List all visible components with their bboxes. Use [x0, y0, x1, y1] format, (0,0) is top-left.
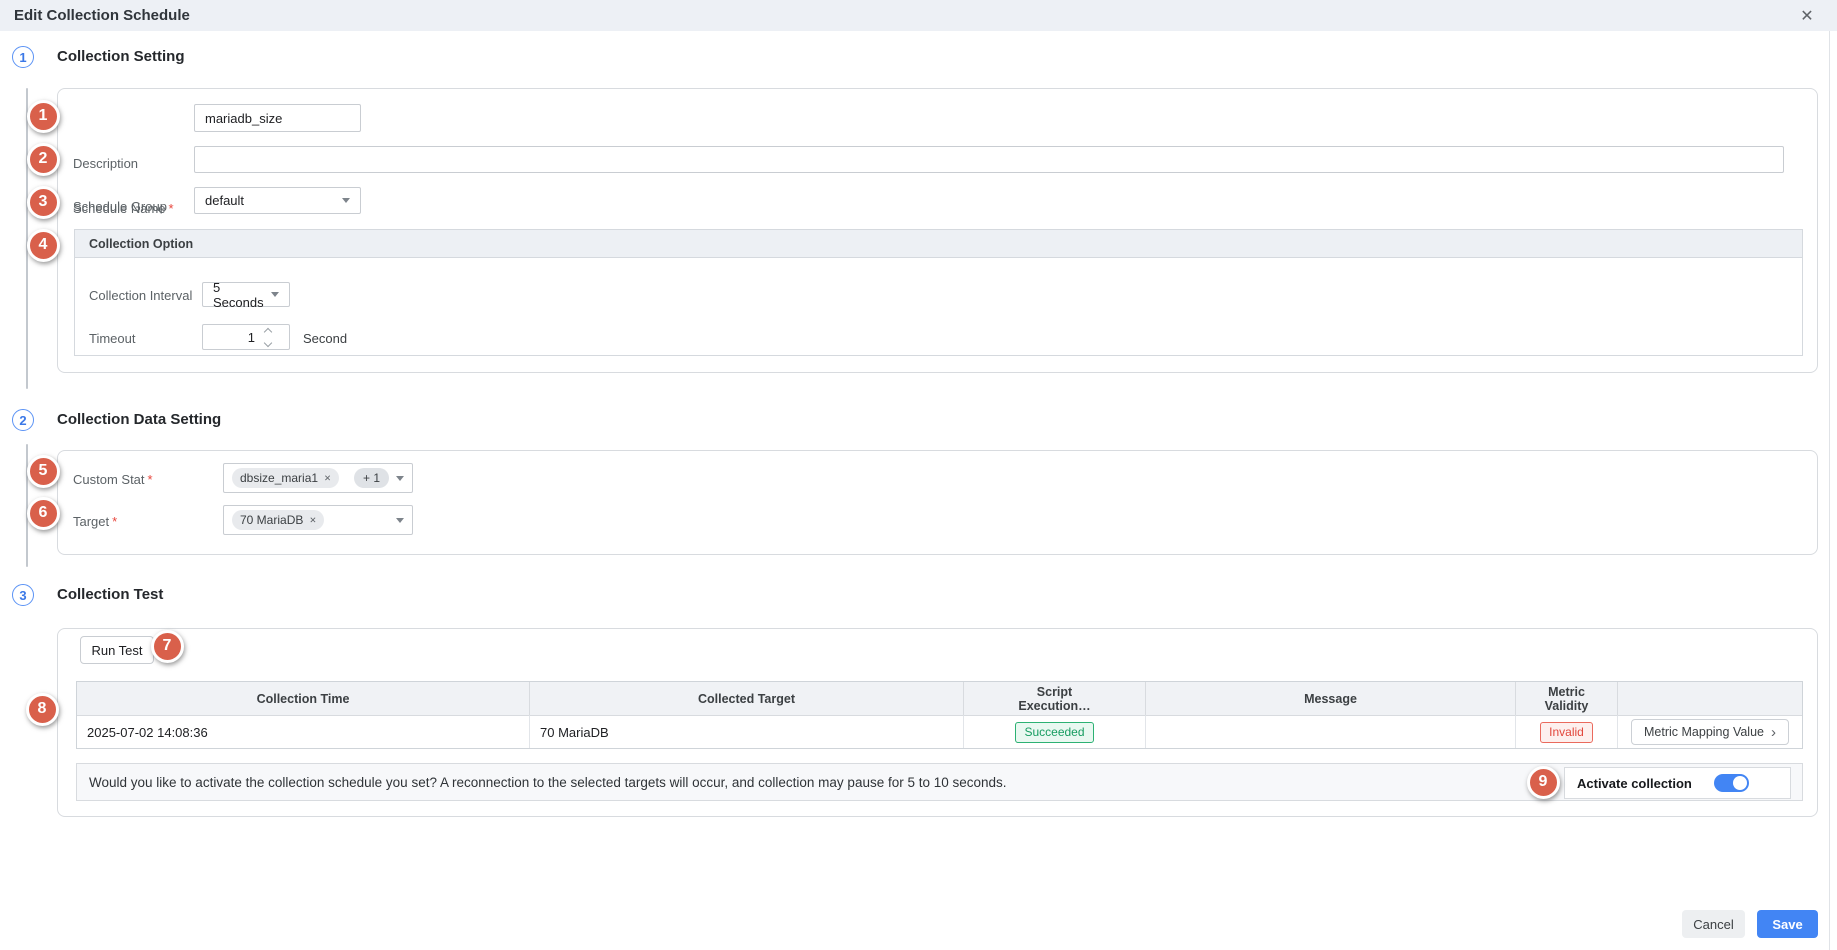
col-actions — [1618, 682, 1802, 715]
chevron-right-icon: › — [1771, 725, 1776, 740]
test-result-table: Collection Time Collected Target Script … — [76, 681, 1803, 749]
collection-interval-value: 5 Seconds — [213, 280, 271, 310]
chevron-down-icon — [396, 518, 404, 523]
annotation-badge-7: 7 — [151, 630, 184, 663]
collection-option-title: Collection Option — [89, 237, 193, 251]
chevron-down-icon — [396, 476, 404, 481]
status-badge-succeeded: Succeeded — [1015, 722, 1093, 743]
status-badge-invalid: Invalid — [1540, 722, 1593, 743]
custom-stat-label: Custom Stat* — [73, 472, 153, 487]
cell-collected-target: 70 MariaDB — [530, 715, 964, 748]
collection-setting-panel: Schedule Name* Description Schedule Grou… — [57, 88, 1818, 373]
section-2-step-badge: 2 — [12, 409, 34, 431]
cell-message — [1146, 715, 1516, 748]
collection-interval-select[interactable]: 5 Seconds — [202, 282, 290, 307]
col-metric-validity: Metric Validity — [1516, 682, 1618, 715]
stepper-arrows[interactable] — [265, 329, 271, 346]
activate-collection-box: Activate collection — [1564, 767, 1791, 799]
target-tag: 70 MariaDB✕ — [232, 510, 324, 530]
table-header-row: Collection Time Collected Target Script … — [77, 682, 1802, 715]
target-label: Target* — [73, 514, 117, 529]
custom-stat-tag: dbsize_maria1✕ — [232, 468, 339, 488]
col-collection-time: Collection Time — [77, 682, 530, 715]
scrollbar-track[interactable] — [1829, 31, 1830, 950]
schedule-name-input[interactable] — [194, 104, 361, 132]
cell-script-execution: Succeeded — [964, 715, 1146, 748]
chevron-down-icon — [271, 292, 279, 297]
section-1-title: Collection Setting — [57, 48, 185, 65]
cancel-button[interactable]: Cancel — [1682, 910, 1745, 938]
schedule-group-label: Schedule Group — [73, 199, 167, 214]
metric-mapping-value-button[interactable]: Metric Mapping Value› — [1631, 719, 1789, 745]
chevron-up-icon[interactable] — [264, 327, 272, 335]
col-message: Message — [1146, 682, 1516, 715]
timeout-label: Timeout — [89, 331, 135, 346]
save-button[interactable]: Save — [1757, 910, 1818, 938]
timeout-stepper[interactable] — [202, 324, 290, 350]
col-script-execution: Script Execution… — [964, 682, 1146, 715]
section-3-title: Collection Test — [57, 586, 163, 603]
chevron-down-icon[interactable] — [264, 338, 272, 346]
collection-interval-label: Collection Interval — [89, 288, 192, 303]
more-tags-badge[interactable]: + 1 — [354, 468, 389, 488]
timeout-input[interactable] — [203, 330, 255, 345]
activate-collection-label: Activate collection — [1577, 776, 1692, 791]
required-mark: * — [148, 472, 153, 487]
close-icon[interactable]: ✕ — [1795, 4, 1819, 28]
dialog-title: Edit Collection Schedule — [14, 7, 190, 24]
section-1-step-badge: 1 — [12, 46, 34, 68]
collection-option-panel: Collection Option Collection Interval 5 … — [74, 229, 1803, 356]
remove-tag-icon[interactable]: ✕ — [309, 515, 316, 526]
required-mark: * — [112, 514, 117, 529]
collection-option-header: Collection Option — [75, 230, 1802, 258]
custom-stat-select[interactable]: dbsize_maria1✕ + 1 — [223, 463, 413, 493]
section-3-step-badge: 3 — [12, 584, 34, 606]
cell-collection-time: 2025-07-02 14:08:36 — [77, 715, 530, 748]
toggle-knob — [1733, 776, 1747, 790]
activate-collection-toggle[interactable] — [1714, 774, 1749, 792]
schedule-group-select[interactable]: default — [194, 187, 361, 214]
remove-tag-icon[interactable]: ✕ — [324, 473, 331, 484]
annotation-badge-1: 1 — [27, 100, 60, 133]
annotation-badge-2: 2 — [27, 143, 60, 176]
edit-collection-schedule-dialog: Edit Collection Schedule ✕ 1 Collection … — [0, 0, 1837, 950]
annotation-badge-8: 8 — [26, 693, 59, 726]
cell-actions: Metric Mapping Value› — [1618, 715, 1802, 748]
table-row: 2025-07-02 14:08:36 70 MariaDB Succeeded… — [77, 715, 1802, 748]
annotation-badge-4: 4 — [27, 229, 60, 262]
annotation-badge-3: 3 — [27, 186, 60, 219]
activation-message: Would you like to activate the collectio… — [89, 775, 1007, 790]
description-label: Description — [73, 156, 138, 171]
schedule-group-value: default — [205, 193, 244, 208]
description-input[interactable] — [194, 146, 1784, 173]
annotation-badge-5: 5 — [27, 455, 60, 488]
required-mark: * — [169, 201, 174, 216]
target-select[interactable]: 70 MariaDB✕ — [223, 505, 413, 535]
collection-data-setting-panel: Custom Stat* dbsize_maria1✕ + 1 Target* … — [57, 450, 1818, 555]
timeout-unit-label: Second — [303, 331, 347, 346]
col-collected-target: Collected Target — [530, 682, 964, 715]
run-test-button[interactable]: Run Test — [80, 636, 154, 664]
annotation-badge-6: 6 — [27, 497, 60, 530]
cell-metric-validity: Invalid — [1516, 715, 1618, 748]
dialog-titlebar: Edit Collection Schedule — [0, 0, 1837, 31]
section-2-title: Collection Data Setting — [57, 411, 221, 428]
chevron-down-icon — [342, 198, 350, 203]
annotation-badge-9: 9 — [1527, 766, 1560, 799]
